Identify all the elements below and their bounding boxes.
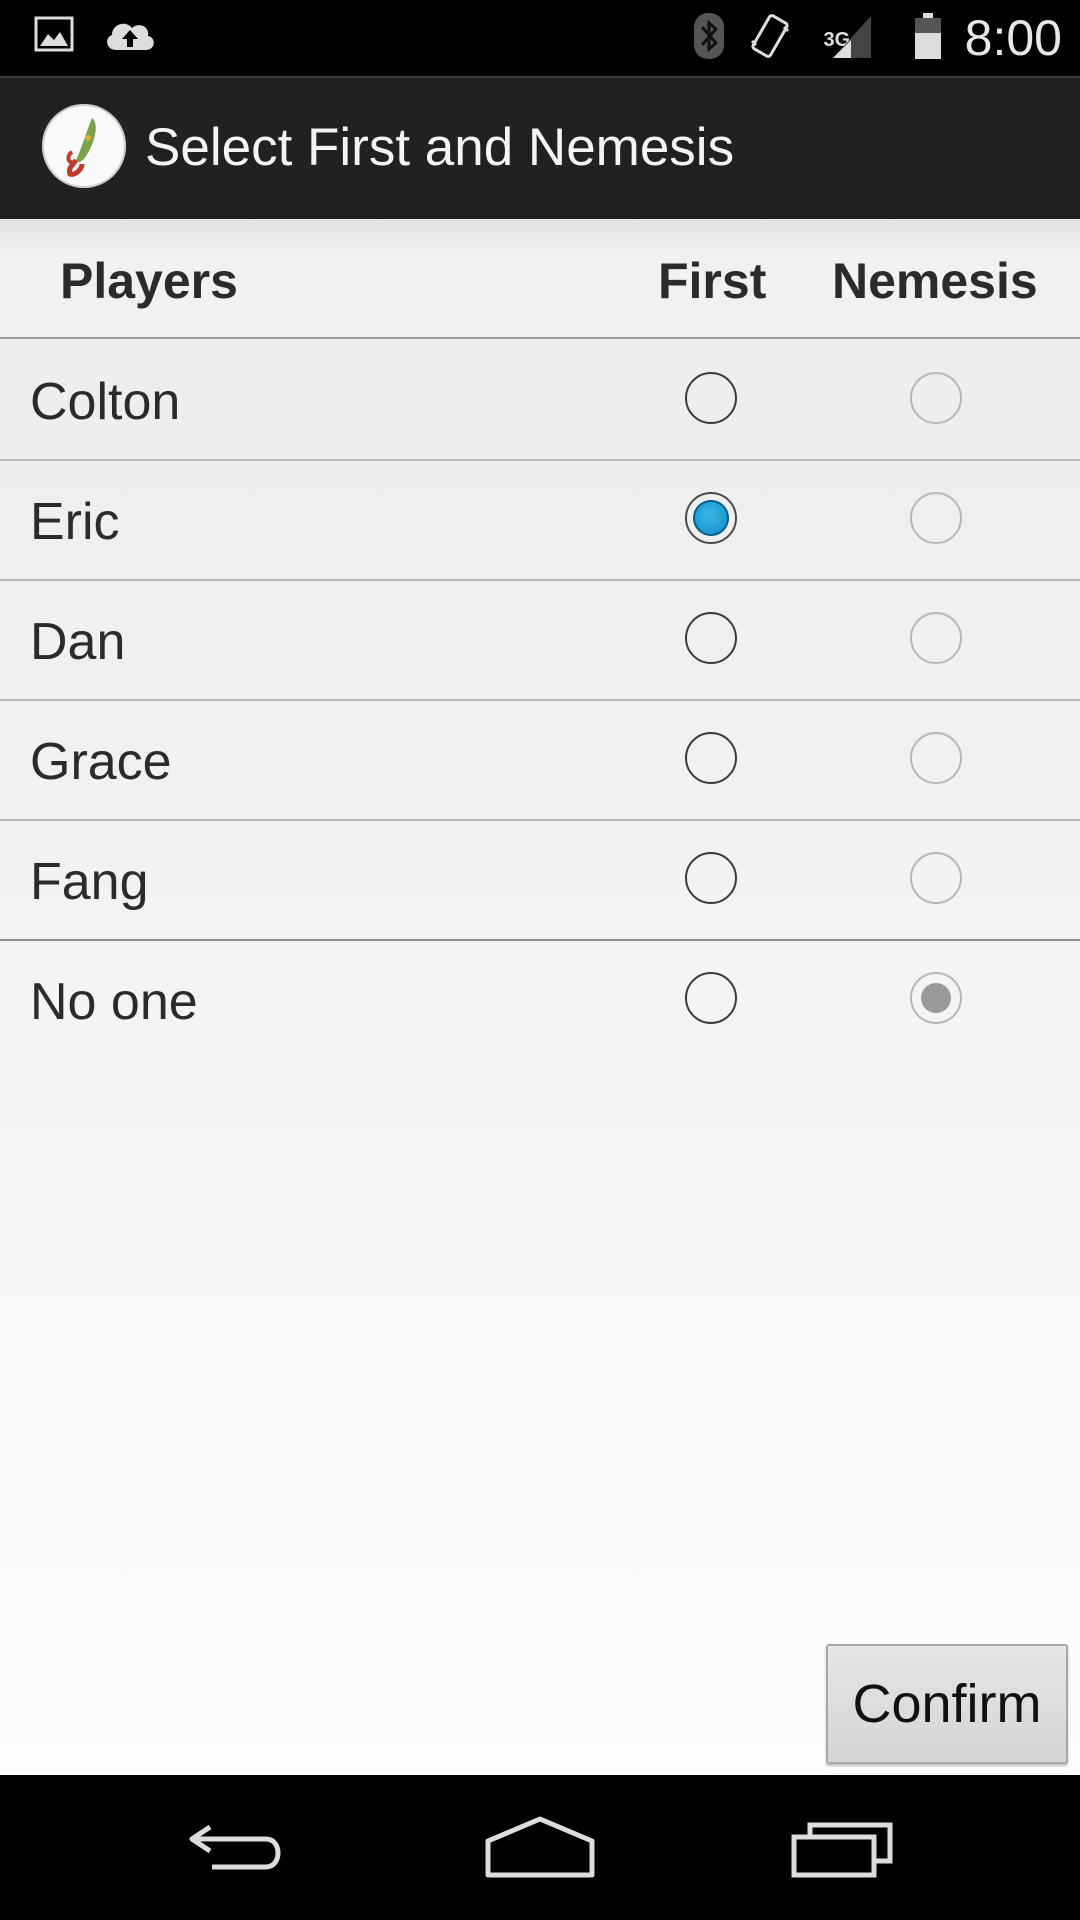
player-row-no-one: No one <box>0 939 1080 1059</box>
first-radio-eric[interactable] <box>685 492 737 544</box>
back-icon[interactable] <box>180 1811 300 1883</box>
player-name: Colton <box>30 373 181 431</box>
player-name: Dan <box>30 613 126 671</box>
player-row-dan: Dan <box>0 579 1080 699</box>
status-time: 8:00 <box>964 10 1062 66</box>
first-radio-fang[interactable] <box>685 852 737 904</box>
players-column-header: Players <box>60 253 238 309</box>
page-title: Select First and Nemesis <box>145 118 735 177</box>
player-name: Fang <box>30 853 149 911</box>
first-radio-grace[interactable] <box>685 732 737 784</box>
first-column-header: First <box>658 253 767 309</box>
vibrate-icon <box>748 11 792 66</box>
nemesis-radio-eric[interactable] <box>910 492 962 544</box>
nemesis-radio-colton[interactable] <box>910 372 962 424</box>
action-bar: Select First and Nemesis <box>0 76 1080 219</box>
content-area: Players First Nemesis Colton Eric Dan Gr… <box>0 219 1080 1775</box>
table-header: Players First Nemesis <box>0 219 1080 339</box>
nemesis-radio-no-one[interactable] <box>910 972 962 1024</box>
image-notification-icon <box>34 16 74 57</box>
player-row-colton: Colton <box>0 339 1080 459</box>
player-row-fang: Fang <box>0 819 1080 939</box>
app-logo-icon[interactable] <box>42 104 126 188</box>
confirm-button[interactable]: Confirm <box>826 1644 1068 1764</box>
nemesis-column-header: Nemesis <box>832 253 1038 309</box>
player-name: Eric <box>30 493 120 551</box>
nemesis-radio-dan[interactable] <box>910 612 962 664</box>
player-name: No one <box>30 973 198 1031</box>
first-radio-dan[interactable] <box>685 612 737 664</box>
first-radio-colton[interactable] <box>685 372 737 424</box>
home-icon[interactable] <box>480 1811 600 1883</box>
navigation-bar <box>0 1775 1080 1920</box>
battery-icon <box>913 11 943 66</box>
nemesis-radio-grace[interactable] <box>910 732 962 784</box>
player-name: Grace <box>30 733 172 791</box>
signal-icon: 3G <box>814 10 891 66</box>
player-row-eric: Eric <box>0 459 1080 579</box>
status-bar: 3G 8:00 <box>0 0 1080 76</box>
nemesis-radio-fang[interactable] <box>910 852 962 904</box>
cloud-upload-icon <box>102 14 158 59</box>
recent-apps-icon[interactable] <box>782 1811 902 1883</box>
first-radio-no-one[interactable] <box>685 972 737 1024</box>
bluetooth-icon <box>692 11 726 66</box>
player-row-grace: Grace <box>0 699 1080 819</box>
